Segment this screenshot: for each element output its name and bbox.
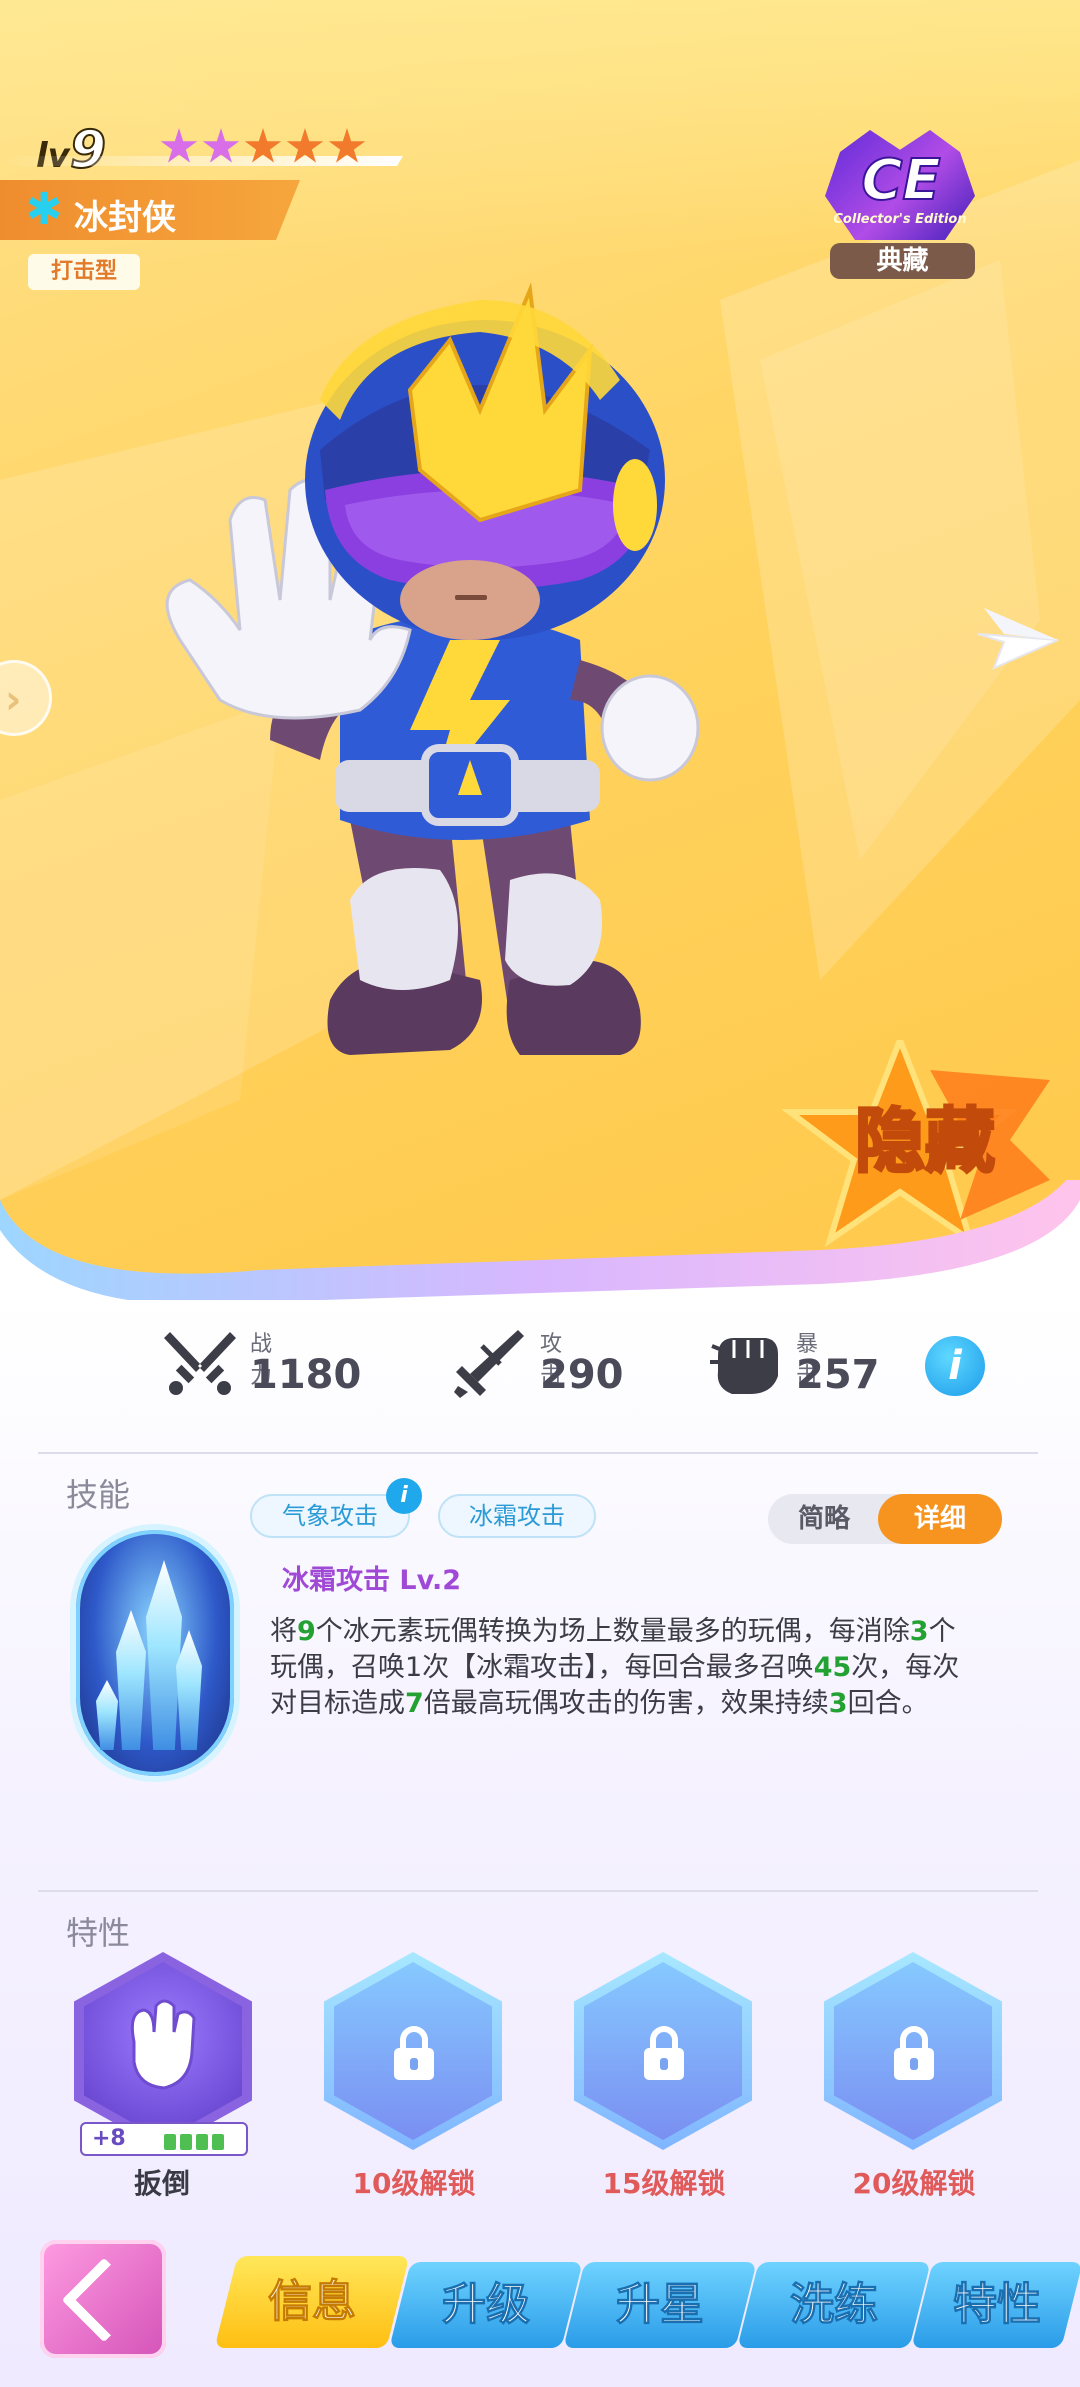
ce-label: 典藏 [830,243,975,279]
ice-element-icon: ✱ [25,184,63,235]
skill-tag-info-icon[interactable]: i [386,1478,422,1514]
tab-info[interactable]: 信息 [214,2256,410,2348]
chevron-left-icon [61,2257,147,2343]
section-divider [38,1890,1038,1892]
hero-level: lv9 [36,119,107,181]
star-rating [160,128,366,166]
detail-toggle: 简略 详细 [768,1494,1002,1544]
crossed-swords-icon [164,1332,236,1395]
tab-traits[interactable]: 特性 [911,2262,1080,2348]
star-icon [328,128,366,163]
section-divider [38,1452,1038,1454]
level-segment [196,2134,208,2150]
toggle-detail-button[interactable]: 详细 [878,1494,1002,1544]
trait-label-lv20: 20级解锁 [852,2167,976,2200]
sword-icon [454,1330,524,1398]
hero-name: 冰封侠 [74,198,176,238]
hero-type-badge: 打击型 [28,254,140,290]
detail-panel [0,1300,1080,2387]
hero-character-image [165,282,700,1055]
trait-label-lv10: 10级解锁 [352,2167,476,2200]
tab-upgrade[interactable]: 升级 [389,2262,583,2348]
trait-section-title: 特性 [66,1914,131,1952]
star-icon [286,128,324,163]
hero-showcase: lv9 ✱ 冰封侠 打击型 CE Collector's Edition 典藏 … [0,0,1080,1320]
star-icon [160,128,198,163]
collectors-edition-badge: CE Collector's Edition 典藏 [805,130,995,280]
grab-hand-icon [130,1999,196,2090]
trait-label-takedown: 扳倒 [133,2167,190,2200]
level-segment [164,2134,176,2150]
ce-letters: CE [860,147,941,214]
level-segment [212,2134,224,2150]
star-icon [244,128,282,163]
tab-refine[interactable]: 洗练 [737,2262,931,2348]
stat-attack-value: 290 [540,1352,624,1398]
level-number: 9 [69,119,107,181]
back-button[interactable] [40,2240,166,2358]
trait-level-text: +8 [92,2126,126,2151]
fist-icon [710,1338,778,1394]
skill-icon[interactable] [70,1524,240,1782]
arrow-right-icon [977,608,1059,670]
toggle-brief-button[interactable]: 简略 [768,1494,880,1544]
skill-tag-frost[interactable]: 冰霜攻击 [438,1494,596,1538]
skill-name: 冰霜攻击 Lv.2 [282,1565,462,1596]
trait-locked-10[interactable] [324,1952,504,2152]
trait-level-badge: +8 [80,2122,248,2156]
skill-section-title: 技能 [66,1476,131,1514]
stat-power-value: 1180 [250,1352,362,1398]
chevron-left-icon: › [5,677,22,723]
next-hero-button[interactable] [974,604,1064,674]
trait-label-lv15: 15级解锁 [602,2167,726,2200]
skill-description: 将9个冰元素玩偶转换为场上数量最多的玩偶，每消除3个玩偶，召唤1次【冰霜攻击】，… [270,1616,960,1719]
trait-locked-15[interactable] [574,1952,754,2152]
stat-crit-value: 257 [796,1352,880,1398]
tab-star-up[interactable]: 升星 [563,2262,757,2348]
stats-info-button[interactable]: i [925,1336,985,1396]
hidden-badge-text: 隐藏 [855,1100,995,1182]
level-segment [180,2134,192,2150]
ce-subtitle: Collector's Edition [833,212,967,227]
star-icon [202,128,240,163]
trait-locked-20[interactable] [824,1952,1004,2152]
